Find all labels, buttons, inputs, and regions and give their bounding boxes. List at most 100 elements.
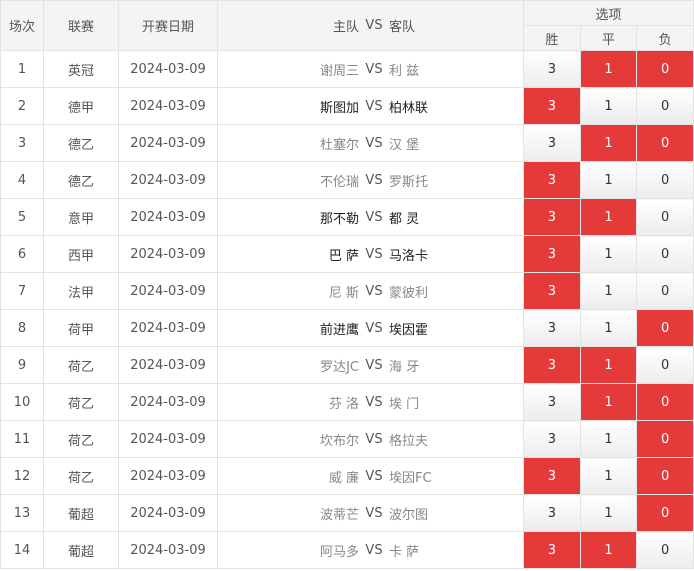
vs-label: VS [365,542,383,558]
home-team: 坎布尔 [319,433,359,449]
option-win-button[interactable]: 3 [523,87,581,125]
option-lose-label: 0 [661,172,670,188]
table-row: 14 葡超 2024-03-09 阿马多 VS 卡 萨 3 1 0 [0,531,694,569]
option-win-button[interactable]: 3 [523,420,581,458]
vs-label: VS [365,283,383,299]
home-team: 巴 萨 [328,248,359,264]
match-index: 8 [0,309,44,347]
away-team: 马洛卡 [389,248,429,264]
home-team: 尼 斯 [328,285,359,301]
option-lose-button[interactable]: 0 [636,87,694,125]
option-draw-label: 1 [604,468,613,484]
option-draw-button[interactable]: 1 [579,235,638,273]
option-draw-button[interactable]: 1 [579,494,638,532]
away-team: 格拉夫 [389,433,429,449]
home-team: 前进鹰 [319,322,359,338]
home-team: 杜塞尔 [319,137,359,153]
option-lose-button[interactable]: 0 [636,420,694,458]
match-teams: 尼 斯 VS 蒙彼利 [217,272,524,310]
away-team: 利 兹 [389,63,420,79]
match-teams: 那不勒 VS 都 灵 [217,198,524,236]
option-draw-button[interactable]: 1 [579,50,638,88]
option-win-label: 3 [547,283,556,299]
table-row: 11 荷乙 2024-03-09 坎布尔 VS 格拉夫 3 1 0 [0,420,694,458]
option-lose-button[interactable]: 0 [636,346,694,384]
header-vs: VS [365,18,383,33]
option-draw-button[interactable]: 1 [579,346,638,384]
header-match: 主队 VS 客队 [217,0,524,51]
option-draw-button[interactable]: 1 [579,272,638,310]
option-win-button[interactable]: 3 [523,50,581,88]
league: 荷乙 [43,346,119,384]
match-index: 9 [0,346,44,384]
away-team: 波尔图 [389,507,429,523]
table-row: 9 荷乙 2024-03-09 罗达JC VS 海 牙 3 1 0 [0,346,694,384]
option-win-button[interactable]: 3 [523,235,581,273]
option-draw-label: 1 [604,542,613,558]
match-selection-table: 场次 联赛 开赛日期 主队 VS 客队 选项 胜 平 负 1 英冠 2024-03-… [0,0,694,569]
option-draw-button[interactable]: 1 [579,198,638,236]
vs-label: VS [365,172,383,188]
option-draw-label: 1 [604,431,613,447]
option-lose-label: 0 [661,209,670,225]
option-win-label: 3 [547,135,556,151]
away-team: 柏林联 [389,100,429,116]
option-lose-button[interactable]: 0 [636,235,694,273]
match-date: 2024-03-09 [118,494,218,532]
match-teams: 威 廉 VS 埃因FC [217,457,524,495]
vs-label: VS [365,246,383,262]
option-draw-label: 1 [604,172,613,188]
match-index: 5 [0,198,44,236]
option-draw-button[interactable]: 1 [579,383,638,421]
header-date: 开赛日期 [118,0,218,51]
option-lose-button[interactable]: 0 [636,272,694,310]
option-lose-button[interactable]: 0 [636,124,694,162]
option-lose-label: 0 [661,320,670,336]
option-win-button[interactable]: 3 [523,272,581,310]
option-win-button[interactable]: 3 [523,161,581,199]
option-draw-label: 1 [604,61,613,77]
option-draw-button[interactable]: 1 [579,87,638,125]
away-team: 海 牙 [389,359,420,375]
option-win-button[interactable]: 3 [523,494,581,532]
option-lose-button[interactable]: 0 [636,50,694,88]
option-win-button[interactable]: 3 [523,198,581,236]
match-date: 2024-03-09 [118,420,218,458]
option-lose-label: 0 [661,357,670,373]
table-row: 6 西甲 2024-03-09 巴 萨 VS 马洛卡 3 1 0 [0,235,694,273]
match-date: 2024-03-09 [118,457,218,495]
away-team: 蒙彼利 [389,285,429,301]
option-draw-button[interactable]: 1 [579,124,638,162]
option-lose-button[interactable]: 0 [636,161,694,199]
option-win-button[interactable]: 3 [523,309,581,347]
option-win-label: 3 [547,98,556,114]
match-date: 2024-03-09 [118,87,218,125]
option-draw-label: 1 [604,98,613,114]
option-lose-button[interactable]: 0 [636,494,694,532]
option-win-button[interactable]: 3 [523,457,581,495]
option-draw-button[interactable]: 1 [579,420,638,458]
away-team: 都 灵 [389,211,420,227]
league: 德乙 [43,124,119,162]
option-win-button[interactable]: 3 [523,531,581,569]
option-lose-button[interactable]: 0 [636,457,694,495]
option-draw-button[interactable]: 1 [579,457,638,495]
option-lose-button[interactable]: 0 [636,383,694,421]
option-win-label: 3 [547,209,556,225]
vs-label: VS [365,357,383,373]
option-win-button[interactable]: 3 [523,383,581,421]
option-lose-button[interactable]: 0 [636,309,694,347]
option-draw-button[interactable]: 1 [579,531,638,569]
option-lose-button[interactable]: 0 [636,531,694,569]
option-win-button[interactable]: 3 [523,346,581,384]
match-index: 3 [0,124,44,162]
option-draw-button[interactable]: 1 [579,309,638,347]
option-win-button[interactable]: 3 [523,124,581,162]
option-lose-label: 0 [661,394,670,410]
header-options: 选项 [523,0,694,26]
table-row: 12 荷乙 2024-03-09 威 廉 VS 埃因FC 3 1 0 [0,457,694,495]
option-draw-button[interactable]: 1 [579,161,638,199]
option-lose-button[interactable]: 0 [636,198,694,236]
match-teams: 前进鹰 VS 埃因霍 [217,309,524,347]
match-teams: 巴 萨 VS 马洛卡 [217,235,524,273]
